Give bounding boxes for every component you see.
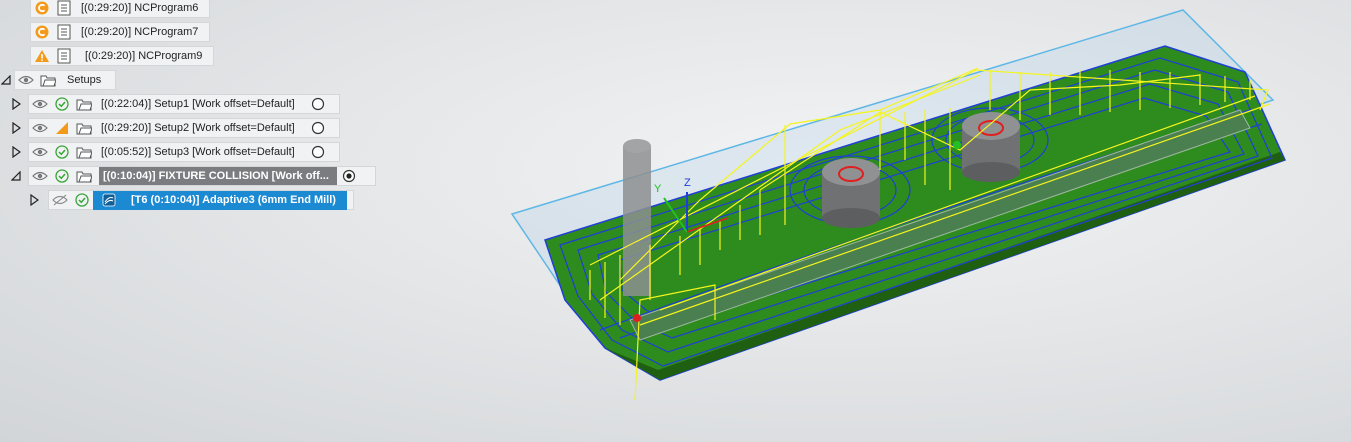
setup-label: [(0:29:20)] Setup2 [Work offset=Default]	[101, 122, 295, 134]
expand-arrow-icon[interactable]	[10, 144, 22, 160]
orange-c-icon	[34, 24, 50, 40]
nc-program-icon	[56, 0, 72, 16]
toolpath-viewport[interactable]: Z Y	[0, 0, 1351, 442]
setups-folder-label: Setups	[67, 74, 102, 86]
setup-folder-icon	[76, 96, 92, 112]
orange-c-icon	[34, 0, 50, 16]
setup-label: [(0:22:04)] Setup1 [Work offset=Default]	[101, 98, 295, 110]
nc-program-icon	[56, 48, 72, 64]
eye-icon[interactable]	[32, 120, 48, 136]
setup-label: [(0:05:52)] Setup3 [Work offset=Default]	[101, 146, 295, 158]
nc-program-row[interactable]: [(0:29:20)] NCProgram9	[30, 46, 214, 66]
start-point-marker	[633, 314, 641, 322]
check-icon	[74, 192, 90, 208]
active-setup-row[interactable]: [(0:10:04)] FIXTURE COLLISION [Work off.…	[10, 166, 376, 186]
expand-arrow-icon[interactable]	[28, 192, 40, 208]
fixture-cylinder-1	[822, 158, 880, 228]
nc-program-row[interactable]: [(0:29:20)] NCProgram6	[30, 0, 210, 18]
nc-program-label: [(0:29:20)] NCProgram7	[81, 26, 199, 38]
setup-folder-icon	[76, 168, 92, 184]
radio-icon[interactable]	[310, 144, 326, 160]
active-setup-label: [(0:10:04)] FIXTURE COLLISION [Work off.…	[99, 167, 337, 185]
eye-icon[interactable]	[18, 72, 34, 88]
setup-row[interactable]: [(0:29:20)] Setup2 [Work offset=Default]	[10, 118, 340, 138]
operation-row[interactable]: [T6 (0:10:04)] Adaptive3 (6mm End Mill)	[28, 190, 354, 210]
expand-arrow-icon[interactable]	[10, 96, 22, 112]
selected-operation[interactable]: [T6 (0:10:04)] Adaptive3 (6mm End Mill)	[93, 190, 347, 210]
end-point-marker	[953, 141, 961, 149]
eye-icon[interactable]	[32, 144, 48, 160]
collapse-arrow-icon[interactable]	[10, 168, 22, 184]
eye-icon[interactable]	[32, 96, 48, 112]
setup-row[interactable]: [(0:05:52)] Setup3 [Work offset=Default]	[10, 142, 340, 162]
check-icon	[54, 96, 70, 112]
expand-arrow-icon[interactable]	[10, 120, 22, 136]
eye-hidden-icon[interactable]	[52, 192, 68, 208]
eye-icon[interactable]	[32, 168, 48, 184]
setup-folder-icon	[76, 144, 92, 160]
z-axis-label: Z	[684, 177, 691, 189]
radio-icon[interactable]	[310, 120, 326, 136]
nc-program-label: [(0:29:20)] NCProgram9	[85, 50, 203, 62]
nc-program-label: [(0:29:20)] NCProgram6	[81, 2, 199, 14]
setup-folder-icon	[76, 120, 92, 136]
adaptive-operation-icon	[101, 192, 117, 208]
warning-icon	[34, 48, 50, 64]
y-axis-label: Y	[654, 183, 662, 195]
check-icon	[54, 168, 70, 184]
fixture-cylinder-2	[962, 112, 1020, 182]
setups-folder-row[interactable]: Setups	[0, 70, 116, 90]
selected-operation-label: [T6 (0:10:04)] Adaptive3 (6mm End Mill)	[131, 194, 336, 206]
warning-triangle-icon	[54, 120, 70, 136]
radio-icon[interactable]	[310, 96, 326, 112]
folder-icon	[40, 72, 56, 88]
collapse-arrow-icon[interactable]	[0, 72, 12, 88]
radio-selected-icon[interactable]	[341, 168, 357, 184]
nc-program-row[interactable]: [(0:29:20)] NCProgram7	[30, 22, 210, 42]
setup-row[interactable]: [(0:22:04)] Setup1 [Work offset=Default]	[10, 94, 340, 114]
nc-program-icon	[56, 24, 72, 40]
check-icon	[54, 144, 70, 160]
